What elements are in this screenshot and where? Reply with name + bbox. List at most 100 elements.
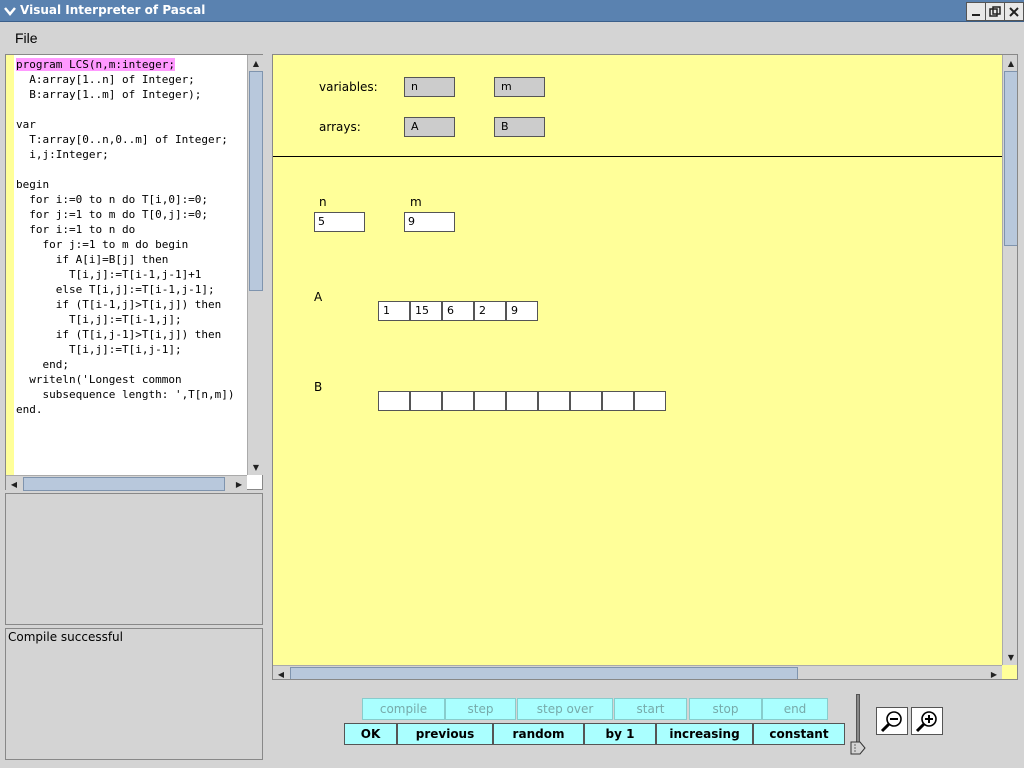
code-line[interactable]: end; — [16, 357, 235, 372]
canvas-scroll-left-icon[interactable]: ◀ — [273, 666, 289, 679]
variable-chip-m[interactable]: m — [494, 77, 545, 97]
code-line-text: for i:=0 to n do T[i,0]:=0; — [16, 193, 209, 206]
output-panel — [5, 493, 263, 625]
scroll-right-icon[interactable]: ▶ — [231, 476, 247, 492]
canvas-scroll-down-icon[interactable]: ▼ — [1003, 649, 1017, 665]
code-line[interactable]: end. — [16, 402, 235, 417]
canvas-scroll-right-icon[interactable]: ▶ — [986, 666, 1002, 679]
arrays-label: arrays: — [319, 120, 361, 134]
value-field-m[interactable]: 9 — [404, 212, 455, 232]
title-bar: Visual Interpreter of Pascal — [0, 0, 1024, 22]
code-line[interactable]: if A[i]=B[j] then — [16, 252, 235, 267]
code-line[interactable]: T[i,j]:=T[i,j-1]; — [16, 342, 235, 357]
array-chip-b[interactable]: B — [494, 117, 545, 137]
previous-button[interactable]: previous — [397, 723, 493, 745]
code-line-text: for i:=1 to n do — [16, 223, 136, 236]
canvas-vertical-thumb[interactable] — [1004, 71, 1017, 246]
visualization-canvas[interactable]: variables: n m arrays: A B n 5 m 9 A 1 15… — [272, 54, 1018, 680]
code-vertical-thumb[interactable] — [249, 71, 263, 291]
array-a-cell[interactable]: 2 — [474, 301, 506, 321]
array-b-cell[interactable] — [474, 391, 506, 411]
array-b-cell[interactable] — [378, 391, 410, 411]
code-line-text: B:array[1..m] of Integer); — [16, 88, 202, 101]
canvas-horizontal-scrollbar[interactable]: ◀ ▶ — [273, 665, 1002, 679]
compile-button[interactable]: compile — [362, 698, 445, 720]
zoom-in-icon — [915, 711, 937, 733]
maximize-button[interactable] — [985, 2, 1005, 21]
array-label-a: A — [314, 290, 323, 304]
value-field-n[interactable]: 5 — [314, 212, 365, 232]
code-line[interactable] — [16, 102, 235, 117]
increasing-button[interactable]: increasing — [656, 723, 753, 745]
code-editor[interactable]: program LCS(n,m:integer; A:array[1..n] o… — [5, 54, 264, 492]
random-button[interactable]: random — [493, 723, 584, 745]
code-text[interactable]: program LCS(n,m:integer; A:array[1..n] o… — [16, 57, 235, 417]
scroll-left-icon[interactable]: ◀ — [6, 476, 22, 492]
array-b-cell[interactable] — [538, 391, 570, 411]
zoom-in-button[interactable] — [911, 707, 943, 735]
code-line-text: T[i,j]:=T[i,j-1]; — [16, 343, 182, 356]
start-button[interactable]: start — [614, 698, 687, 720]
code-line[interactable]: for i:=1 to n do — [16, 222, 235, 237]
stop-button[interactable]: stop — [689, 698, 762, 720]
constant-button[interactable]: constant — [753, 723, 845, 745]
code-line[interactable] — [16, 162, 235, 177]
canvas-scroll-up-icon[interactable]: ▲ — [1003, 55, 1017, 71]
scroll-down-icon[interactable]: ▼ — [248, 459, 264, 475]
array-chip-a[interactable]: A — [404, 117, 455, 137]
array-b-cell[interactable] — [570, 391, 602, 411]
scroll-up-icon[interactable]: ▲ — [248, 55, 264, 71]
step-button[interactable]: step — [445, 698, 516, 720]
code-line[interactable]: begin — [16, 177, 235, 192]
close-button[interactable] — [1004, 2, 1024, 21]
variable-chip-n[interactable]: n — [404, 77, 455, 97]
menu-file[interactable]: File — [15, 30, 38, 46]
code-line[interactable]: T[i,j]:=T[i-1,j]; — [16, 312, 235, 327]
array-b-cell[interactable] — [410, 391, 442, 411]
code-horizontal-scrollbar[interactable]: ◀ ▶ — [6, 475, 247, 492]
OK-button[interactable]: OK — [344, 723, 397, 745]
array-b-cell[interactable] — [442, 391, 474, 411]
code-line[interactable]: for j:=1 to m do begin — [16, 237, 235, 252]
canvas-horizontal-thumb[interactable] — [290, 667, 798, 679]
window-title: Visual Interpreter of Pascal — [20, 3, 206, 17]
code-line-text: end; — [16, 358, 69, 371]
zoom-out-button[interactable] — [876, 707, 908, 735]
code-line[interactable]: i,j:Integer; — [16, 147, 235, 162]
array-a-cell[interactable]: 9 — [506, 301, 538, 321]
code-line[interactable]: writeln('Longest common — [16, 372, 235, 387]
array-a-cell[interactable]: 6 — [442, 301, 474, 321]
status-message: Compile successful — [8, 630, 123, 644]
code-line[interactable]: if (T[i-1,j]>T[i,j]) then — [16, 297, 235, 312]
code-line[interactable]: for j:=1 to m do T[0,j]:=0; — [16, 207, 235, 222]
minimize-button[interactable] — [966, 2, 986, 21]
code-line[interactable]: subsequence length: ',T[n,m]) — [16, 387, 235, 402]
code-line[interactable]: else T[i,j]:=T[i-1,j-1]; — [16, 282, 235, 297]
by-1-button[interactable]: by 1 — [584, 723, 656, 745]
speed-slider-handle[interactable] — [849, 740, 867, 756]
code-line-text: if A[i]=B[j] then — [16, 253, 169, 266]
code-horizontal-thumb[interactable] — [23, 477, 225, 491]
code-line-text: subsequence length: ',T[n,m]) — [16, 388, 235, 401]
array-b-cell[interactable] — [602, 391, 634, 411]
canvas-vertical-scrollbar[interactable]: ▲ ▼ — [1002, 55, 1017, 665]
code-vertical-scrollbar[interactable]: ▲ ▼ — [247, 55, 264, 475]
code-line[interactable]: var — [16, 117, 235, 132]
step-over-button[interactable]: step over — [517, 698, 613, 720]
array-b-cell[interactable] — [634, 391, 666, 411]
code-line[interactable]: T:array[0..n,0..m] of Integer; — [16, 132, 235, 147]
array-a-cell[interactable]: 1 — [378, 301, 410, 321]
end-button[interactable]: end — [762, 698, 828, 720]
code-line[interactable]: if (T[i,j-1]>T[i,j]) then — [16, 327, 235, 342]
speed-slider-track[interactable] — [856, 694, 860, 744]
code-line[interactable]: B:array[1..m] of Integer); — [16, 87, 235, 102]
code-line-text: T[i,j]:=T[i-1,j-1]+1 — [16, 268, 202, 281]
code-line[interactable]: for i:=0 to n do T[i,0]:=0; — [16, 192, 235, 207]
code-line-text: if (T[i-1,j]>T[i,j]) then — [16, 298, 222, 311]
window-menu-icon[interactable] — [3, 4, 17, 18]
code-line[interactable]: program LCS(n,m:integer; — [16, 57, 235, 72]
code-line[interactable]: A:array[1..n] of Integer; — [16, 72, 235, 87]
array-b-cell[interactable] — [506, 391, 538, 411]
array-a-cell[interactable]: 15 — [410, 301, 442, 321]
code-line[interactable]: T[i,j]:=T[i-1,j-1]+1 — [16, 267, 235, 282]
